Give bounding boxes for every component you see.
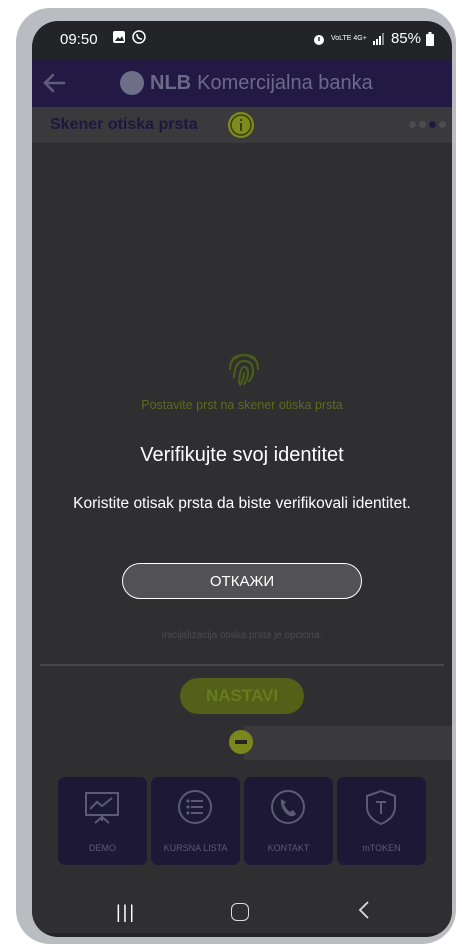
screen: 09:50 VoLTE 4G+ 85% NLB Komercijalna ban… (32, 21, 452, 937)
info-glyph-icon (230, 114, 252, 136)
home-button[interactable] (231, 903, 249, 921)
status-right: VoLTE 4G+ 85% (312, 30, 434, 47)
step-dot (409, 121, 416, 128)
info-icon[interactable] (228, 112, 254, 138)
tab-kursna-lista[interactable]: KURSNA LISTA (151, 777, 240, 865)
battery-icon (426, 31, 434, 46)
presentation-chart-icon (85, 792, 119, 824)
init-note: Inicijalizacija otiska prsta je opciona. (161, 630, 323, 641)
status-notification-icons (112, 30, 146, 44)
step-dot-active (429, 121, 436, 128)
tab-demo[interactable]: DEMO (58, 777, 147, 865)
system-nav-bar: ||| (32, 887, 452, 937)
status-time: 09:50 (60, 31, 98, 48)
tab-label: DEMO (89, 843, 116, 853)
phone-icon (271, 790, 305, 824)
step-title: Skener otiska prsta (50, 116, 198, 133)
bottom-tabs: DEMO KURSNA LISTA KONTAKT mTOKEN (58, 777, 430, 867)
tab-label: KURSNA LISTA (163, 843, 228, 853)
step-dot (439, 121, 446, 128)
divider (40, 664, 444, 666)
system-back-icon[interactable] (354, 899, 376, 921)
nlb-logo-icon (120, 71, 144, 95)
continue-button[interactable]: NASTAVI (180, 678, 304, 714)
status-bar: 09:50 VoLTE 4G+ 85% (32, 21, 452, 59)
fingerprint-icon (228, 353, 260, 387)
network-indicator: VoLTE 4G+ (330, 34, 367, 42)
image-notification-icon (113, 31, 125, 43)
dialog-message: Koristite otisak prsta da biste verifiko… (73, 495, 411, 512)
cancel-button[interactable]: ОТКАЖИ (122, 563, 362, 599)
alarm-icon (313, 34, 324, 45)
tab-kontakt[interactable]: KONTAKT (244, 777, 333, 865)
step-dot (419, 121, 426, 128)
shield-icon (366, 789, 396, 826)
tab-label: KONTAKT (267, 843, 310, 853)
app-header: NLB Komercijalna banka (32, 59, 452, 107)
brand-name-bold: NLB (150, 71, 192, 94)
viber-notification-icon (132, 30, 146, 44)
brand-logo: NLB Komercijalna banka (120, 71, 373, 95)
fingerprint-hint: Postavite prst na skener otiska prsta (141, 398, 343, 412)
step-bar: Skener otiska prsta (32, 107, 452, 143)
tab-label: mTOKEN (362, 843, 401, 853)
signal-icon (372, 32, 384, 45)
brand-name-rest: Komercijalna banka (197, 71, 373, 94)
battery-percent: 85% (390, 30, 421, 47)
step-indicator (409, 121, 446, 128)
recent-apps-button[interactable]: ||| (116, 902, 136, 923)
tab-mtoken[interactable]: mTOKEN (337, 777, 426, 865)
dialog-title: Verifikujte svoj identitet (140, 444, 344, 466)
progress-track (244, 726, 452, 760)
list-icon (178, 790, 212, 824)
back-arrow-icon[interactable] (40, 69, 68, 97)
progress-knob (229, 730, 253, 754)
